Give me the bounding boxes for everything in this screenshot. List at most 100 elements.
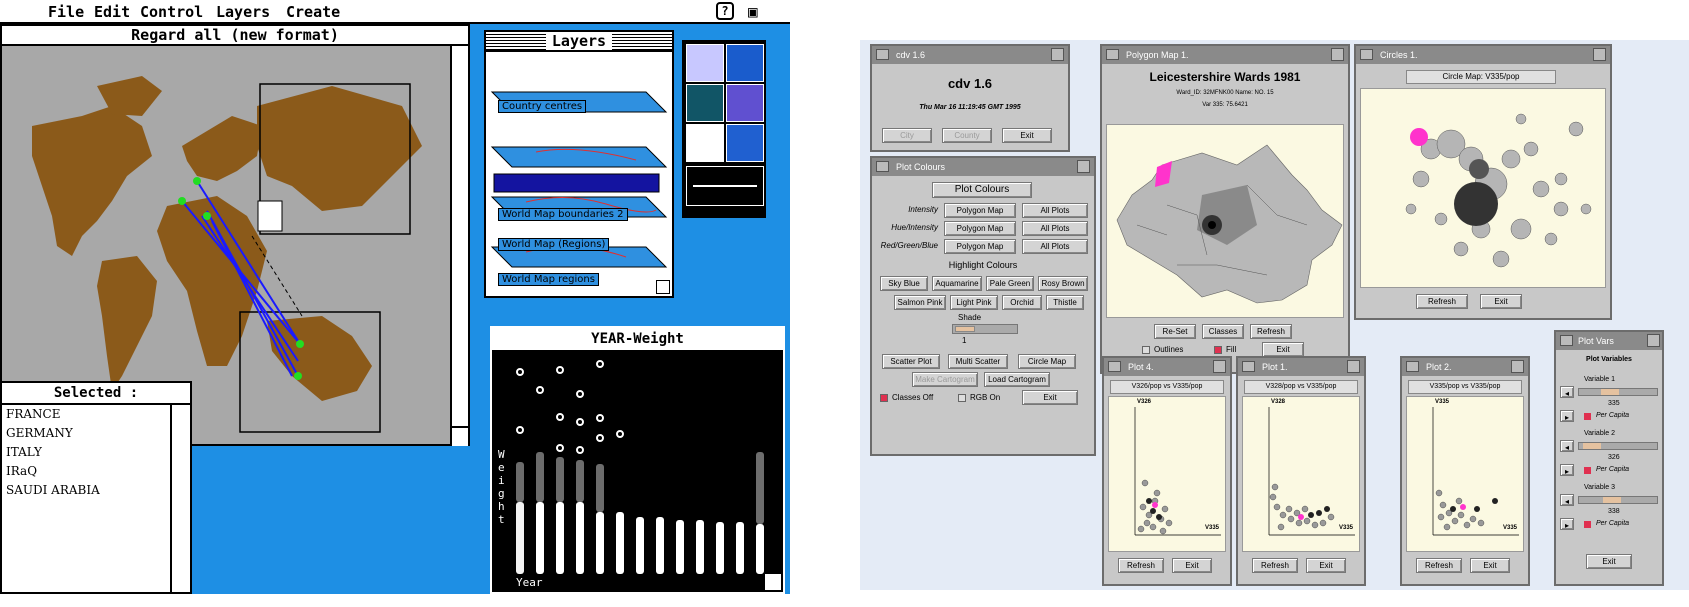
cdv-main-titlebar[interactable]: cdv 1.6: [872, 46, 1068, 64]
rgb-all-plots-button[interactable]: All Plots: [1022, 239, 1088, 254]
fill-checkbox[interactable]: [1214, 346, 1222, 354]
application-icon[interactable]: ▣: [748, 2, 758, 21]
menu-create[interactable]: Create: [286, 3, 340, 21]
classes-off-checkbox[interactable]: [880, 394, 888, 402]
scatter-plot-2-exit-button[interactable]: Exit: [1470, 558, 1510, 573]
city-button[interactable]: City: [882, 128, 932, 143]
hue-all-plots-button[interactable]: All Plots: [1022, 221, 1088, 236]
variable-3-decrement-button[interactable]: ◂: [1560, 494, 1574, 506]
scatter-plot-4-titlebar[interactable]: Plot 4.: [1104, 358, 1230, 376]
menu-file[interactable]: File: [48, 3, 84, 21]
selected-item[interactable]: GERMANY: [2, 424, 190, 443]
light-pink-button[interactable]: Light Pink: [950, 295, 998, 310]
scatter-plot-2-canvas[interactable]: V335 V335: [1406, 396, 1524, 552]
tool-line-icon[interactable]: [726, 44, 764, 82]
scatter-plot-button[interactable]: Scatter Plot: [882, 354, 940, 369]
multi-scatter-button[interactable]: Multi Scatter: [948, 354, 1008, 369]
hue-polygon-button[interactable]: Polygon Map: [944, 221, 1016, 236]
scatter-plot-4-exit-button[interactable]: Exit: [1172, 558, 1212, 573]
selected-item[interactable]: SAUDI ARABIA: [2, 481, 190, 500]
variable-3-slider[interactable]: [1578, 496, 1658, 504]
scatter-plot-1-exit-button[interactable]: Exit: [1306, 558, 1346, 573]
year-weight-title[interactable]: YEAR-Weight: [492, 328, 783, 350]
scatter-plot-2-refresh-button[interactable]: Refresh: [1416, 558, 1462, 573]
scatter-plot-4-refresh-button[interactable]: Refresh: [1118, 558, 1164, 573]
pale-green-button[interactable]: Pale Green: [986, 276, 1034, 291]
tool-scatter-icon[interactable]: [686, 84, 724, 122]
leicestershire-map[interactable]: [1107, 125, 1343, 317]
polygon-exit-button[interactable]: Exit: [1262, 342, 1304, 357]
menu-edit[interactable]: Edit: [94, 3, 130, 21]
variable-2-decrement-button[interactable]: ◂: [1560, 440, 1574, 452]
rgb-polygon-button[interactable]: Polygon Map: [944, 239, 1016, 254]
outlines-checkbox[interactable]: [1142, 346, 1150, 354]
circles-titlebar[interactable]: Circles 1.: [1356, 46, 1610, 64]
circle-map-button[interactable]: Circle Map: [1018, 354, 1076, 369]
scatter-plot-1-canvas[interactable]: V328 V335: [1242, 396, 1360, 552]
polygon-map-canvas[interactable]: [1106, 124, 1344, 318]
variable-2-slider[interactable]: [1578, 442, 1658, 450]
scatter-plot-4-canvas[interactable]: V326 V335: [1108, 396, 1226, 552]
tool-region-icon[interactable]: [726, 84, 764, 122]
rgb-on-checkbox[interactable]: [958, 394, 966, 402]
scatter-plot-2-titlebar[interactable]: Plot 2.: [1402, 358, 1528, 376]
circle-map-canvas[interactable]: [1360, 88, 1606, 288]
county-button[interactable]: County: [942, 128, 992, 143]
plot-colours-exit-button[interactable]: Exit: [1022, 390, 1078, 405]
thistle-button[interactable]: Thistle: [1046, 295, 1084, 310]
variable-3-increment-button[interactable]: ▸: [1560, 518, 1574, 530]
layer-world-map-boundaries[interactable]: World Map boundaries 2: [498, 208, 628, 221]
layer-world-map-regions-paren[interactable]: World Map (Regions): [498, 238, 610, 251]
reset-button[interactable]: Re-Set: [1154, 324, 1196, 339]
scatter-plot-1-titlebar[interactable]: Plot 1.: [1238, 358, 1364, 376]
maximize-icon: [1331, 48, 1344, 61]
refresh-button[interactable]: Refresh: [1250, 324, 1292, 339]
orchid-button[interactable]: Orchid: [1002, 295, 1042, 310]
variable-1-slider[interactable]: [1578, 388, 1658, 396]
variable-2-per-capita-checkbox[interactable]: [1584, 467, 1591, 474]
tool-points-icon[interactable]: [686, 44, 724, 82]
sky-blue-button[interactable]: Sky Blue: [880, 276, 928, 291]
variable-2-increment-button[interactable]: ▸: [1560, 464, 1574, 476]
salmon-pink-button[interactable]: Salmon Pink: [894, 295, 946, 310]
intensity-polygon-button[interactable]: Polygon Map: [944, 203, 1016, 218]
menu-control[interactable]: Control: [140, 3, 203, 21]
tool-diagonal-icon[interactable]: [726, 124, 764, 162]
intensity-all-plots-button[interactable]: All Plots: [1022, 203, 1088, 218]
rosy-brown-button[interactable]: Rosy Brown: [1038, 276, 1088, 291]
map-resize-handle[interactable]: [450, 426, 468, 444]
variable-1-per-capita-checkbox[interactable]: [1584, 413, 1591, 420]
exit-button[interactable]: Exit: [1002, 128, 1052, 143]
plot-vars-exit-button[interactable]: Exit: [1586, 554, 1632, 569]
polygon-map-titlebar[interactable]: Polygon Map 1.: [1102, 46, 1348, 64]
plot-colours-titlebar[interactable]: Plot Colours: [872, 158, 1094, 176]
layers-resize-handle[interactable]: [656, 280, 670, 294]
tool-blank-icon[interactable]: [686, 124, 724, 162]
map-window-title[interactable]: Regard all (new format): [2, 26, 468, 46]
variable-1-increment-button[interactable]: ▸: [1560, 410, 1574, 422]
selected-scrollbar[interactable]: [170, 405, 190, 594]
year-weight-resize-handle[interactable]: [765, 574, 781, 590]
layers-window-title[interactable]: Layers: [486, 32, 672, 52]
classes-button[interactable]: Classes: [1202, 324, 1244, 339]
aquamarine-button[interactable]: Aquamarine: [932, 276, 982, 291]
layer-country-centres[interactable]: Country centres: [498, 100, 587, 113]
scatter-plot-1-refresh-button[interactable]: Refresh: [1252, 558, 1298, 573]
variable-2-label: Variable 2: [1584, 430, 1616, 437]
variable-1-decrement-button[interactable]: ◂: [1560, 386, 1574, 398]
make-cartogram-button[interactable]: Make Cartogram: [912, 372, 978, 387]
selected-item[interactable]: FRANCE: [2, 405, 190, 424]
selected-item[interactable]: IRaQ: [2, 462, 190, 481]
map-vertical-scrollbar[interactable]: [450, 46, 468, 446]
shade-slider[interactable]: [952, 324, 1018, 334]
selected-item[interactable]: ITALY: [2, 443, 190, 462]
variable-3-per-capita-checkbox[interactable]: [1584, 521, 1591, 528]
plot-vars-titlebar[interactable]: Plot Vars: [1556, 332, 1662, 350]
menu-layers[interactable]: Layers: [216, 3, 270, 21]
circles-refresh-button[interactable]: Refresh: [1416, 294, 1468, 309]
layer-world-map-regions[interactable]: World Map regions: [498, 273, 599, 286]
tool-connector-icon[interactable]: [686, 166, 764, 206]
help-icon[interactable]: ?: [716, 2, 734, 20]
circles-exit-button[interactable]: Exit: [1480, 294, 1522, 309]
load-cartogram-button[interactable]: Load Cartogram: [984, 372, 1050, 387]
